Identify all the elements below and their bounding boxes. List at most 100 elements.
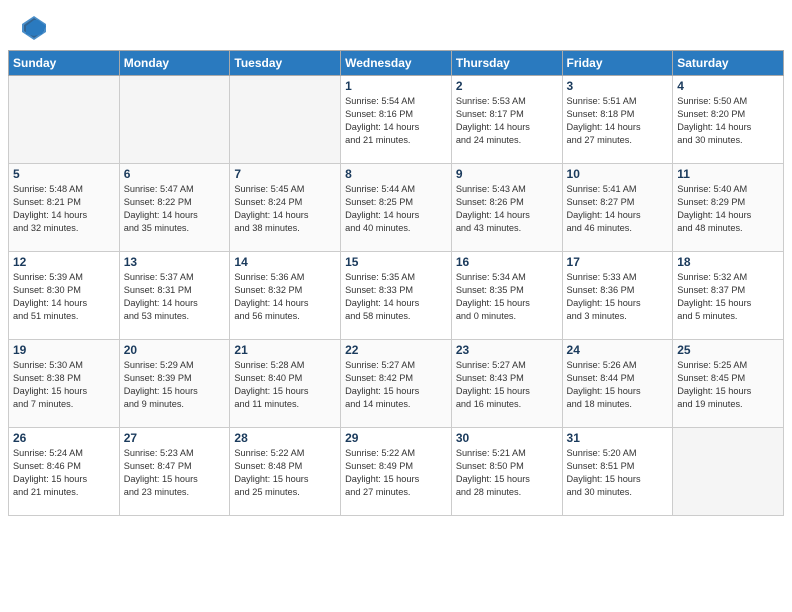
day-number: 31 [567, 431, 669, 445]
cell-text: Sunset: 8:42 PM [345, 372, 447, 385]
calendar-cell: 18 Sunrise: 5:32 AMSunset: 8:37 PMDayligh… [673, 252, 784, 340]
cell-text: and 48 minutes. [677, 222, 779, 235]
calendar-week-row: 5Sunrise: 5:48 AMSunset: 8:21 PMDaylight… [9, 164, 784, 252]
cell-text: Sunrise: 5:21 AM [456, 447, 558, 460]
day-number: 18 [677, 255, 779, 269]
day-number: 2 [456, 79, 558, 93]
cell-text: and 9 minutes. [124, 398, 226, 411]
cell-text: Sunset: 8:32 PM [234, 284, 336, 297]
cell-text: Daylight: 14 hours [13, 209, 115, 222]
calendar-week-row: 1Sunrise: 5:54 AMSunset: 8:16 PMDaylight… [9, 76, 784, 164]
day-number: 1 [345, 79, 447, 93]
cell-text: Sunset: 8:37 PM [677, 284, 779, 297]
cell-text: Sunset: 8:29 PM [677, 196, 779, 209]
cell-text: Sunset: 8:17 PM [456, 108, 558, 121]
cell-text: Sunrise: 5:26 AM [567, 359, 669, 372]
day-number: 29 [345, 431, 447, 445]
cell-text: Sunrise: 5:43 AM [456, 183, 558, 196]
calendar-cell: 27Sunrise: 5:23 AMSunset: 8:47 PMDayligh… [119, 428, 230, 516]
day-number: 5 [13, 167, 115, 181]
day-number: 14 [234, 255, 336, 269]
calendar-week-row: 26Sunrise: 5:24 AMSunset: 8:46 PMDayligh… [9, 428, 784, 516]
calendar-cell: 14Sunrise: 5:36 AMSunset: 8:32 PMDayligh… [230, 252, 341, 340]
cell-text: Sunset: 8:26 PM [456, 196, 558, 209]
calendar-cell: 9Sunrise: 5:43 AMSunset: 8:26 PMDaylight… [451, 164, 562, 252]
cell-text: Sunset: 8:36 PM [567, 284, 669, 297]
day-number: 10 [567, 167, 669, 181]
cell-text: Sunset: 8:47 PM [124, 460, 226, 473]
cell-text: Sunrise: 5:40 AM [677, 183, 779, 196]
cell-text: and 3 minutes. [567, 310, 669, 323]
cell-text: Sunrise: 5:47 AM [124, 183, 226, 196]
cell-text: Sunrise: 5:53 AM [456, 95, 558, 108]
cell-text: Sunset: 8:20 PM [677, 108, 779, 121]
cell-text: Sunset: 8:43 PM [456, 372, 558, 385]
cell-text: Sunset: 8:27 PM [567, 196, 669, 209]
logo [18, 12, 54, 44]
cell-text: Daylight: 15 hours [677, 385, 779, 398]
day-number: 28 [234, 431, 336, 445]
cell-text: Sunset: 8:33 PM [345, 284, 447, 297]
cell-text: and 28 minutes. [456, 486, 558, 499]
calendar-cell: 1Sunrise: 5:54 AMSunset: 8:16 PMDaylight… [341, 76, 452, 164]
cell-text: Sunrise: 5:54 AM [345, 95, 447, 108]
cell-text: and 23 minutes. [124, 486, 226, 499]
cell-text: Sunrise: 5:37 AM [124, 271, 226, 284]
cell-text: Daylight: 15 hours [567, 385, 669, 398]
calendar-cell: 20Sunrise: 5:29 AMSunset: 8:39 PMDayligh… [119, 340, 230, 428]
calendar-cell: 19Sunrise: 5:30 AMSunset: 8:38 PMDayligh… [9, 340, 120, 428]
day-number: 12 [13, 255, 115, 269]
calendar-day-header: Sunday [9, 51, 120, 76]
calendar-cell: 5Sunrise: 5:48 AMSunset: 8:21 PMDaylight… [9, 164, 120, 252]
day-number: 20 [124, 343, 226, 357]
cell-text: Daylight: 15 hours [13, 385, 115, 398]
day-number: 15 [345, 255, 447, 269]
cell-text: Daylight: 15 hours [234, 385, 336, 398]
calendar-cell: 4Sunrise: 5:50 AMSunset: 8:20 PMDaylight… [673, 76, 784, 164]
cell-text: and 14 minutes. [345, 398, 447, 411]
cell-text: Daylight: 14 hours [124, 297, 226, 310]
cell-text: Daylight: 15 hours [677, 297, 779, 310]
calendar-cell: 29Sunrise: 5:22 AMSunset: 8:49 PMDayligh… [341, 428, 452, 516]
cell-text: and 43 minutes. [456, 222, 558, 235]
calendar-day-header: Friday [562, 51, 673, 76]
cell-text: Sunrise: 5:48 AM [13, 183, 115, 196]
calendar-cell: 8Sunrise: 5:44 AMSunset: 8:25 PMDaylight… [341, 164, 452, 252]
cell-text: Sunset: 8:30 PM [13, 284, 115, 297]
cell-text: Sunrise: 5:50 AM [677, 95, 779, 108]
cell-text: Sunrise: 5:33 AM [567, 271, 669, 284]
cell-text: and 30 minutes. [677, 134, 779, 147]
day-number: 30 [456, 431, 558, 445]
cell-text: Daylight: 14 hours [13, 297, 115, 310]
cell-text: Sunset: 8:49 PM [345, 460, 447, 473]
calendar-cell [119, 76, 230, 164]
cell-text: Daylight: 14 hours [345, 297, 447, 310]
cell-text: Daylight: 14 hours [234, 209, 336, 222]
cell-text: Sunset: 8:31 PM [124, 284, 226, 297]
cell-text: Sunrise: 5:20 AM [567, 447, 669, 460]
cell-text: Sunrise: 5:32 AM [677, 271, 779, 284]
day-number: 8 [345, 167, 447, 181]
day-number: 13 [124, 255, 226, 269]
cell-text: and 5 minutes. [677, 310, 779, 323]
cell-text: Daylight: 14 hours [677, 121, 779, 134]
day-number: 3 [567, 79, 669, 93]
cell-text: Daylight: 14 hours [345, 209, 447, 222]
calendar-cell: 13 Sunrise: 5:37 AMSunset: 8:31 PMDayligh… [119, 252, 230, 340]
cell-text: Sunset: 8:51 PM [567, 460, 669, 473]
cell-text: Sunrise: 5:39 AM [13, 271, 115, 284]
cell-text: Sunset: 8:18 PM [567, 108, 669, 121]
cell-text: and 27 minutes. [567, 134, 669, 147]
day-number: 25 [677, 343, 779, 357]
calendar-cell: 15Sunrise: 5:35 AMSunset: 8:33 PMDayligh… [341, 252, 452, 340]
day-number: 21 [234, 343, 336, 357]
cell-text: Sunset: 8:22 PM [124, 196, 226, 209]
calendar-cell [230, 76, 341, 164]
cell-text: and 0 minutes. [456, 310, 558, 323]
cell-text: Daylight: 15 hours [567, 297, 669, 310]
cell-text: Sunset: 8:25 PM [345, 196, 447, 209]
cell-text: Daylight: 14 hours [234, 297, 336, 310]
cell-text: Daylight: 14 hours [567, 209, 669, 222]
cell-text: and 40 minutes. [345, 222, 447, 235]
cell-text: and 38 minutes. [234, 222, 336, 235]
